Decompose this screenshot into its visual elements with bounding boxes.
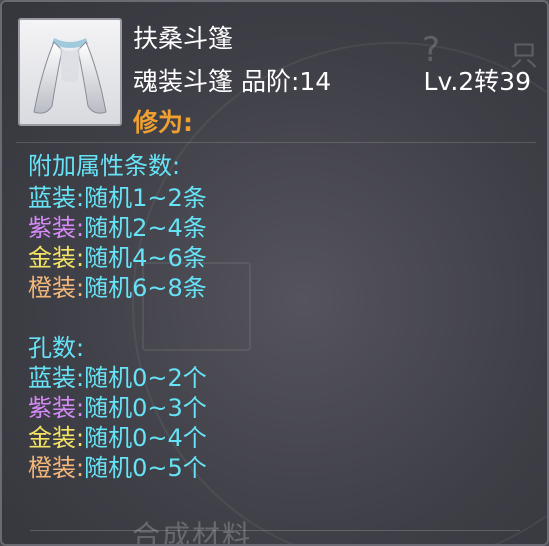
background-divider <box>30 530 520 531</box>
attribute-row: 蓝装:随机1~2条 <box>28 183 207 213</box>
attribute-row-label: 金装: <box>28 244 85 272</box>
attribute-row-value: 随机2~4条 <box>84 214 207 242</box>
socket-row-value: 随机0~5个 <box>84 454 207 482</box>
attribute-row: 橙装:随机6~8条 <box>28 273 207 303</box>
item-tooltip: ? 只 合成材料 扶桑斗篷 魂装斗篷 品阶:14 Lv.2转39 修为: 附加属… <box>0 0 549 546</box>
socket-row-label: 金装: <box>28 424 85 452</box>
socket-row-label: 橙装: <box>28 454 85 482</box>
item-icon-frame <box>18 18 122 126</box>
attribute-row: 紫装:随机2~4条 <box>28 213 207 243</box>
socket-row: 橙装:随机0~5个 <box>28 453 207 483</box>
attribute-row-value: 随机6~8条 <box>84 274 207 302</box>
attribute-row-label: 橙装: <box>28 274 85 302</box>
cape-icon <box>33 38 107 114</box>
socket-row-label: 蓝装: <box>28 364 85 392</box>
attribute-row-label: 紫装: <box>28 214 85 242</box>
cultivation-label: 修为: <box>133 108 193 137</box>
attribute-row-label: 蓝装: <box>28 184 85 212</box>
socket-row-value: 随机0~3个 <box>84 394 207 422</box>
background-heading: 合成材料 <box>132 519 253 546</box>
attributes-heading: 附加属性条数: <box>28 152 181 180</box>
item-type-grade: 魂装斗篷 品阶:14 <box>133 67 332 96</box>
socket-row-label: 紫装: <box>28 394 85 422</box>
socket-row: 蓝装:随机0~2个 <box>28 363 207 393</box>
header-divider <box>16 142 536 143</box>
socket-row: 金装:随机0~4个 <box>28 423 207 453</box>
sockets-heading: 孔数: <box>28 334 85 362</box>
item-level: Lv.2转39 <box>423 67 531 96</box>
socket-row-value: 随机0~2个 <box>84 364 207 392</box>
item-name: 扶桑斗篷 <box>133 24 234 53</box>
attribute-row-value: 随机4~6条 <box>84 244 207 272</box>
socket-row-value: 随机0~4个 <box>84 424 207 452</box>
attribute-row-value: 随机1~2条 <box>84 184 207 212</box>
attribute-row: 金装:随机4~6条 <box>28 243 207 273</box>
socket-row: 紫装:随机0~3个 <box>28 393 207 423</box>
